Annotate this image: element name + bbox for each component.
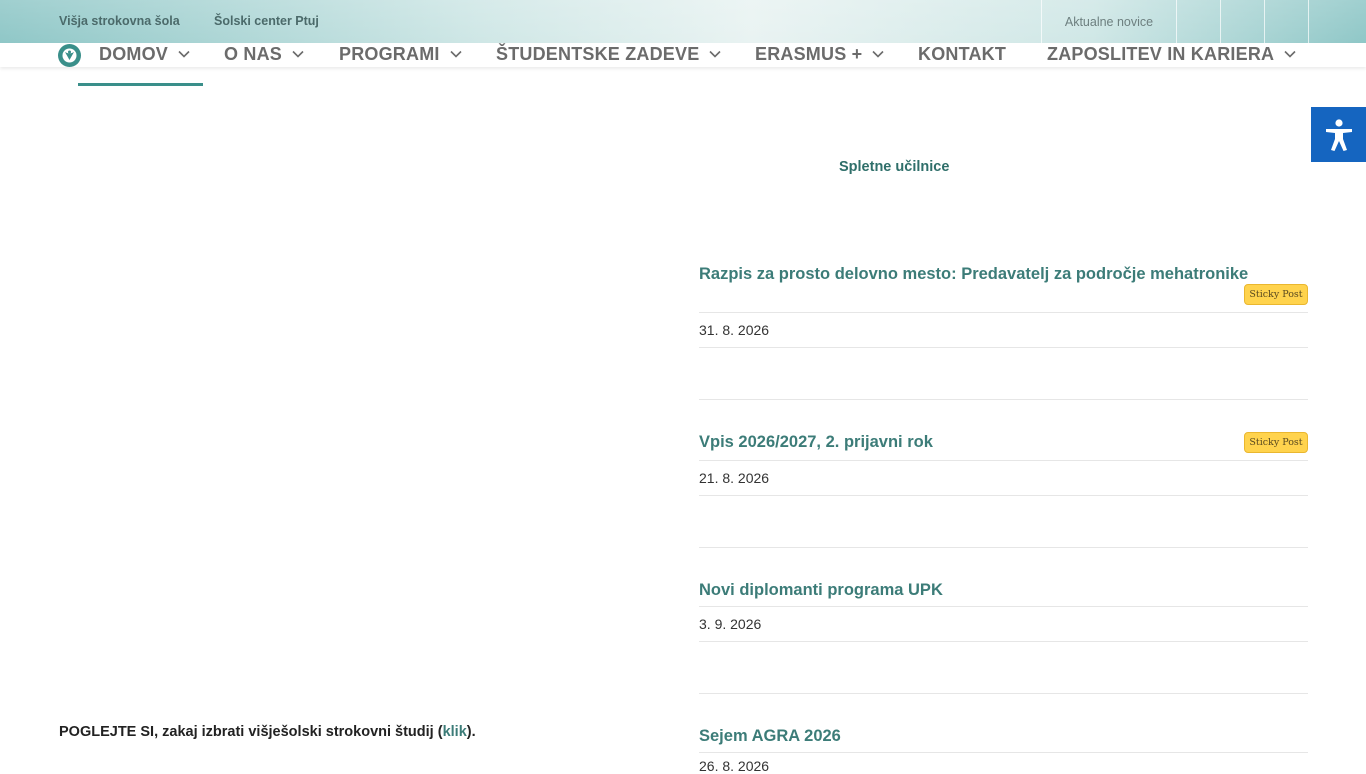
promo-link[interactable]: klik <box>443 724 467 740</box>
sticky-badge: Sticky Post <box>1244 284 1308 305</box>
chevron-down-icon <box>450 50 462 58</box>
post-title[interactable]: Sejem AGRA 2026 <box>699 727 841 746</box>
nav-item-erasmus[interactable]: ERASMUS + <box>755 43 885 65</box>
nav-item-studentske-zadeve[interactable]: ŠTUDENTSKE ZADEVE <box>496 43 722 65</box>
divider <box>699 641 1308 642</box>
divider <box>699 460 1308 461</box>
post-title[interactable]: Novi diplomanti programa UPK <box>699 581 943 600</box>
promo-text-after: ). <box>466 724 476 740</box>
nav-item-label: ŠTUDENTSKE ZADEVE <box>496 43 700 64</box>
nav-item-label: ZAPOSLITEV IN KARIERA <box>1047 43 1275 64</box>
online-classrooms-link[interactable]: Spletne učilnice <box>839 159 949 175</box>
nav-item-kontakt[interactable]: KONTAKT <box>918 43 1006 65</box>
nav-item-domov[interactable]: DOMOV <box>99 43 191 65</box>
nav-item-label: KONTAKT <box>918 43 1007 64</box>
nav-item-zaposlitev-in-kariera[interactable]: ZAPOSLITEV IN KARIERA <box>1047 43 1297 65</box>
top-right-group: Aktualne novice <box>1041 0 1366 43</box>
divider <box>699 312 1308 313</box>
sticky-badge: Sticky Post <box>1244 432 1308 453</box>
chevron-down-icon <box>872 50 884 58</box>
nav-item-o-nas[interactable]: O NAS <box>224 43 305 65</box>
accessibility-icon <box>1325 118 1352 151</box>
divider <box>699 752 1308 753</box>
news-link[interactable]: Aktualne novice <box>1041 0 1176 43</box>
post-date: 31. 8. 2026 <box>699 322 770 338</box>
top-link-school[interactable]: Višja strokovna šola <box>59 14 180 28</box>
divider <box>699 347 1308 348</box>
promo-text: POGLEJTE SI, zakaj izbrati višješolski s… <box>59 724 476 740</box>
chevron-down-icon <box>709 50 721 58</box>
nav-active-indicator <box>78 83 203 86</box>
nav-item-label: DOMOV <box>99 43 169 64</box>
promo-text-before: POGLEJTE SI, zakaj izbrati višješolski s… <box>59 724 443 740</box>
divider <box>699 399 1308 400</box>
chevron-down-icon <box>292 50 304 58</box>
social-button-3[interactable] <box>1264 0 1308 43</box>
post-date: 21. 8. 2026 <box>699 470 770 486</box>
divider <box>699 495 1308 496</box>
top-link-center[interactable]: Šolski center Ptuj <box>214 14 319 28</box>
nav-item-programi[interactable]: PROGRAMI <box>339 43 463 65</box>
social-button-2[interactable] <box>1220 0 1264 43</box>
nav-item-label: PROGRAMI <box>339 43 440 64</box>
post-date: 26. 8. 2026 <box>699 758 770 774</box>
school-logo-icon[interactable] <box>58 44 81 67</box>
nav-item-label: O NAS <box>224 43 283 64</box>
chevron-down-icon <box>178 50 190 58</box>
divider <box>699 693 1308 694</box>
post-date: 3. 9. 2026 <box>699 616 762 632</box>
nav-item-label: ERASMUS + <box>755 43 863 64</box>
post-title[interactable]: Razpis za prosto delovno mesto: Predavat… <box>699 265 1248 284</box>
social-button-4[interactable] <box>1308 0 1366 43</box>
top-bar: Višja strokovna šola Šolski center Ptuj … <box>0 0 1366 43</box>
post-title[interactable]: Vpis 2026/2027, 2. prijavni rok <box>699 433 933 452</box>
divider <box>699 547 1308 548</box>
accessibility-button[interactable] <box>1311 107 1366 162</box>
chevron-down-icon <box>1284 50 1296 58</box>
divider <box>699 606 1308 607</box>
social-button-1[interactable] <box>1176 0 1220 43</box>
